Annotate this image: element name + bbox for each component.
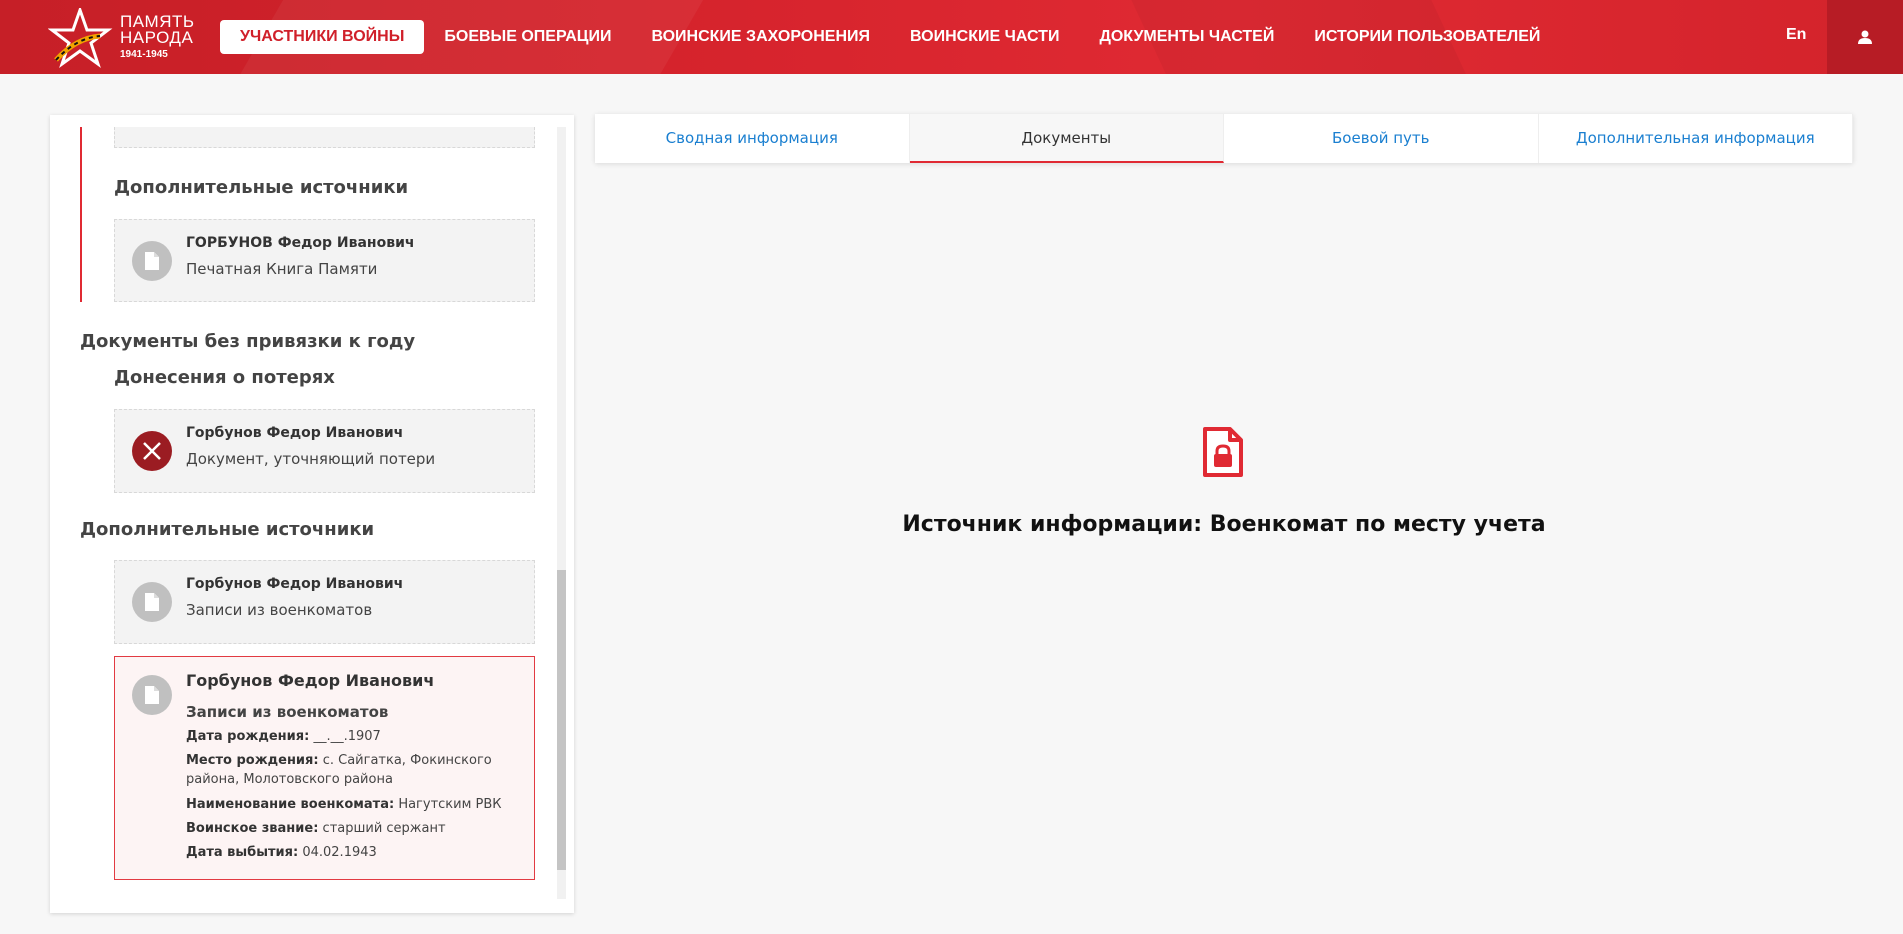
tab-documents[interactable]: Документы xyxy=(909,114,1224,163)
tab-additional-info[interactable]: Дополнительная информация xyxy=(1539,114,1853,163)
site-logo[interactable]: ПАМЯТЬ НАРОДА 1941-1945 xyxy=(48,8,208,68)
close-icon xyxy=(132,431,172,471)
detail-birth-place: Место рождения: с. Сайгатка, Фокинского … xyxy=(186,753,492,787)
section-title-extra-sources: Дополнительные источники xyxy=(80,519,375,540)
user-icon xyxy=(1858,30,1872,44)
document-card-partial[interactable] xyxy=(114,127,535,148)
document-source: Документ, уточняющий потери xyxy=(186,450,436,468)
document-source: Записи из военкоматов xyxy=(186,703,389,721)
top-navigation-bar: ПАМЯТЬ НАРОДА 1941-1945 УЧАСТНИКИ ВОЙНЫ … xyxy=(0,0,1903,74)
detail-birth-date: Дата рождения: __.__.1907 xyxy=(186,729,381,744)
section-title-extra-sources: Дополнительные источники xyxy=(114,177,409,198)
section-title-no-year: Документы без привязки к году xyxy=(80,331,416,352)
locked-document-icon xyxy=(1203,427,1243,477)
document-person-name: Горбунов Федор Иванович xyxy=(186,425,404,441)
document-person-name: Горбунов Федор Иванович xyxy=(186,576,404,592)
detail-rank: Воинское звание: старший сержант xyxy=(186,821,446,836)
document-card[interactable]: Горбунов Федор Иванович Записи из военко… xyxy=(114,560,535,644)
document-person-name: ГОРБУНОВ Федор Иванович xyxy=(186,235,415,251)
document-source: Записи из военкоматов xyxy=(186,601,373,619)
info-source-message: Источник информации: Военкомат по месту … xyxy=(902,512,1546,537)
documents-list-panel: Дополнительные источники ГОРБУНОВ Федор … xyxy=(50,115,574,913)
star-logo-icon xyxy=(48,8,113,68)
document-icon xyxy=(132,241,172,281)
document-card[interactable]: ГОРБУНОВ Федор Иванович Печатная Книга П… xyxy=(114,219,535,302)
document-source: Печатная Книга Памяти xyxy=(186,260,378,278)
user-account-button[interactable] xyxy=(1827,0,1903,74)
selected-document-card[interactable]: Горбунов Федор Иванович Записи из военко… xyxy=(114,656,535,880)
document-card[interactable]: Горбунов Федор Иванович Документ, уточня… xyxy=(114,409,535,493)
nav-burials[interactable]: ВОИНСКИЕ ЗАХОРОНЕНИЯ xyxy=(631,20,890,54)
document-person-name: Горбунов Федор Иванович xyxy=(186,671,435,690)
detail-military-office: Наименование военкомата: Нагутским РВК xyxy=(186,797,502,812)
main-nav: УЧАСТНИКИ ВОЙНЫ БОЕВЫЕ ОПЕРАЦИИ ВОИНСКИЕ… xyxy=(220,20,1560,54)
nav-operations[interactable]: БОЕВЫЕ ОПЕРАЦИИ xyxy=(424,20,631,54)
logo-text-line2: НАРОДА xyxy=(120,28,194,47)
section-title-loss-reports: Донесения о потерях xyxy=(114,367,335,388)
nav-participants[interactable]: УЧАСТНИКИ ВОЙНЫ xyxy=(220,20,425,54)
tab-summary[interactable]: Сводная информация xyxy=(595,114,910,163)
nav-user-stories[interactable]: ИСТОРИИ ПОЛЬЗОВАТЕЛЕЙ xyxy=(1294,20,1560,54)
detail-leave-date: Дата выбытия: 04.02.1943 xyxy=(186,845,377,860)
year-group-line xyxy=(80,127,82,302)
language-switch[interactable]: En xyxy=(1786,26,1806,44)
nav-units[interactable]: ВОИНСКИЕ ЧАСТИ xyxy=(890,20,1079,54)
document-icon xyxy=(132,675,172,715)
nav-unit-documents[interactable]: ДОКУМЕНТЫ ЧАСТЕЙ xyxy=(1079,20,1294,54)
logo-years: 1941-1945 xyxy=(120,49,168,60)
tab-combat-path[interactable]: Боевой путь xyxy=(1224,114,1539,163)
scrollbar-thumb[interactable] xyxy=(557,570,566,870)
document-icon xyxy=(132,582,172,622)
tabs-bar: Сводная информация Документы Боевой путь… xyxy=(595,114,1853,163)
